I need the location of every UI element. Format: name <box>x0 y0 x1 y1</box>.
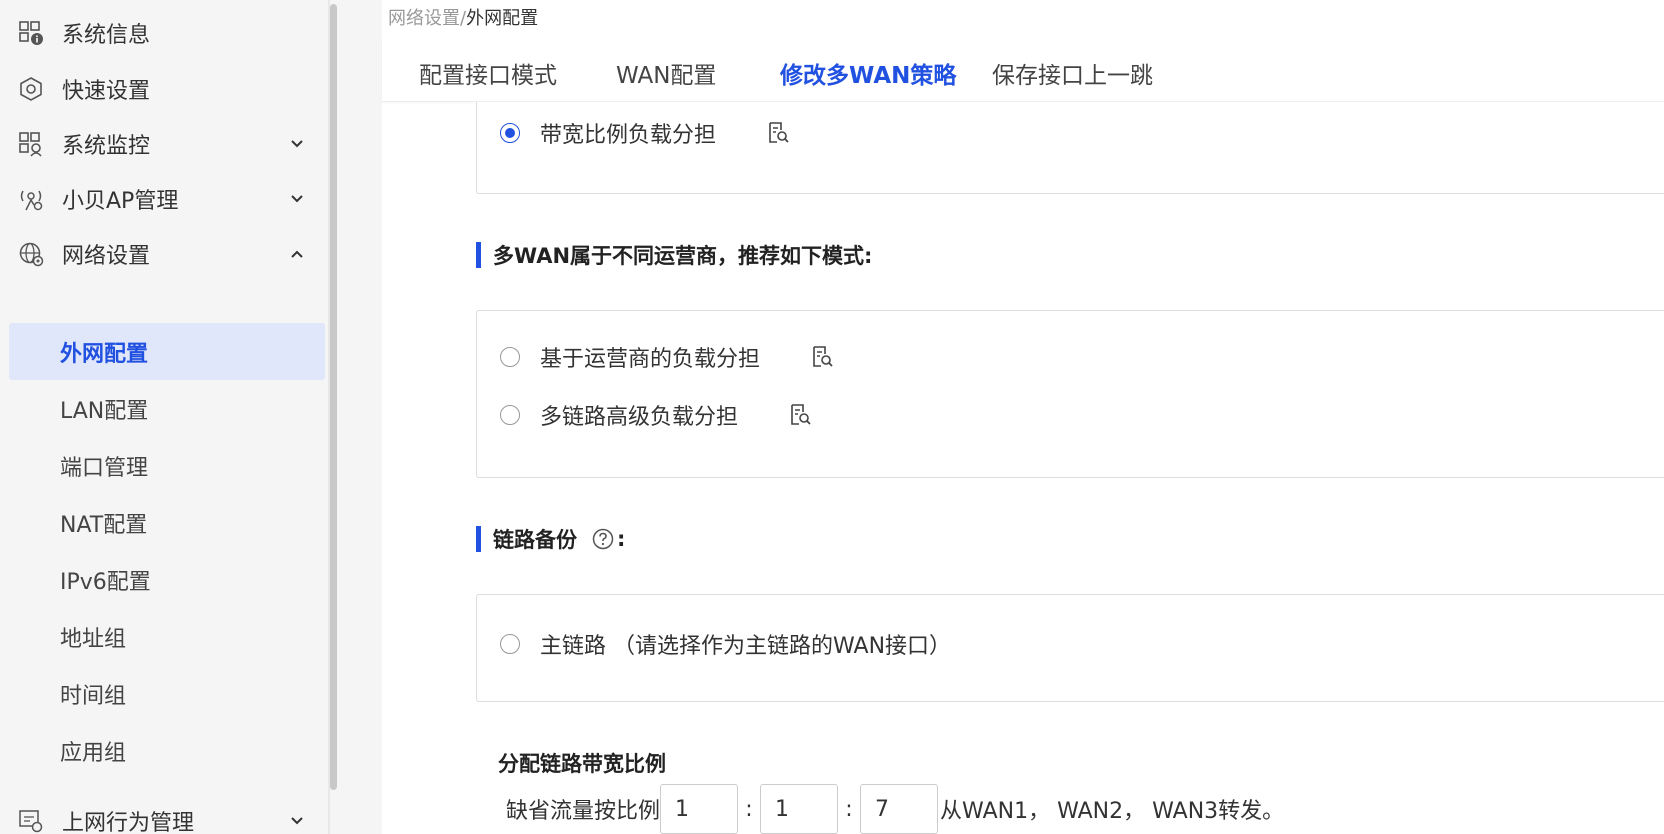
section-title-backup-text: 链路备份 <box>493 528 577 552</box>
multi-link-advanced-label: 多链路高级负载分担 <box>540 405 739 430</box>
sidebar-subitem-time-group[interactable]: 时间组 <box>9 665 325 722</box>
sidebar-subitem-ipv6-config[interactable]: IPv6配置 <box>9 551 325 608</box>
section-title-backup-colon: : <box>617 527 626 551</box>
help-icon[interactable] <box>591 527 615 551</box>
bandwidth-ratio-radio[interactable] <box>500 123 520 143</box>
system-info-icon <box>16 18 46 48</box>
allocation-row: 缺省流量按比例 : : 从WAN1， WAN2， WAN3转发。 <box>506 784 1284 834</box>
section-accent-bar <box>476 526 481 552</box>
sidebar-subitem-label: 端口管理 <box>60 455 149 481</box>
ratio-input-wan2[interactable] <box>760 784 839 834</box>
chevron-down-icon[interactable] <box>286 810 308 832</box>
multi-link-advanced-radio[interactable] <box>500 405 520 425</box>
tab-interface-mode[interactable]: 配置接口模式 <box>419 56 557 90</box>
sidebar-item-network-settings[interactable]: 网络设置 <box>0 227 330 281</box>
breadcrumb: 网络设置/外网配置 <box>388 4 538 30</box>
isp-based-radio[interactable] <box>500 347 520 367</box>
sidebar-item-label: 上网行为管理 <box>62 811 195 834</box>
chevron-down-icon[interactable] <box>286 133 308 155</box>
bandwidth-ratio-label: 带宽比例负载分担 <box>540 123 717 148</box>
sidebar-scrollbar[interactable] <box>330 4 337 790</box>
sidebar-subitem-port-manage[interactable]: 端口管理 <box>9 437 325 494</box>
option-main-link[interactable]: 主链路 （请选择作为主链路的WAN接口） <box>500 628 951 660</box>
allocation-title: 分配链路带宽比例 <box>498 752 666 776</box>
allocation-suffix: 从WAN1， WAN2， WAN3转发。 <box>940 799 1285 824</box>
option-isp-based[interactable]: 基于运营商的负载分担 <box>500 341 834 373</box>
sidebar-subitem-app-group[interactable]: 应用组 <box>9 722 325 779</box>
ratio-input-wan3[interactable] <box>860 784 939 834</box>
ratio-input-wan1[interactable] <box>660 784 739 834</box>
doc-preview-icon[interactable] <box>766 121 790 145</box>
allocation-prefix: 缺省流量按比例 <box>506 799 661 824</box>
sidebar-item-ap-manage[interactable]: 小贝AP管理 <box>0 172 330 226</box>
quick-setup-icon <box>16 74 46 104</box>
sidebar-subitem-label: 应用组 <box>60 740 127 766</box>
sidebar-item-quick-setup[interactable]: 快速设置 <box>0 62 330 116</box>
tab-save-next-hop[interactable]: 保存接口上一跳 <box>992 56 1153 90</box>
tab-wan-config[interactable]: WAN配置 <box>616 56 716 90</box>
sidebar-subitem-lan-config[interactable]: LAN配置 <box>9 380 325 437</box>
sidebar-subitem-label: 时间组 <box>60 683 127 709</box>
policy-card-isp <box>476 310 1664 478</box>
sidebar-item-label: 网络设置 <box>62 244 151 269</box>
option-multi-link-advanced[interactable]: 多链路高级负载分担 <box>500 399 812 431</box>
breadcrumb-parent[interactable]: 网络设置 <box>388 8 460 29</box>
sidebar-item-label: 系统监控 <box>62 134 151 159</box>
main-link-radio[interactable] <box>500 634 520 654</box>
sidebar: 系统信息 快速设置 系统监控 小贝AP管理 网络设置 外网配置 LAN配置 端口… <box>0 0 330 834</box>
section-accent-bar <box>476 242 481 268</box>
sidebar-subitem-address-group[interactable]: 地址组 <box>9 608 325 665</box>
main-link-label: 主链路 （请选择作为主链路的WAN接口） <box>540 634 952 659</box>
doc-preview-icon[interactable] <box>788 403 812 427</box>
section-title-backup: 链路备份 : <box>476 524 625 554</box>
doc-preview-icon[interactable] <box>810 345 834 369</box>
breadcrumb-current: 外网配置 <box>466 8 539 29</box>
section-title-isp-text: 多WAN属于不同运营商，推荐如下模式: <box>493 244 873 268</box>
sidebar-subitem-nat-config[interactable]: NAT配置 <box>9 494 325 551</box>
tab-bar: 配置接口模式 WAN配置 修改多WAN策略 保存接口上一跳 <box>382 40 1664 102</box>
sidebar-item-behavior-manage[interactable]: 上网行为管理 <box>0 794 330 834</box>
section-title-isp: 多WAN属于不同运营商，推荐如下模式: <box>476 240 872 270</box>
sidebar-subitem-label: LAN配置 <box>60 398 149 424</box>
chevron-up-icon[interactable] <box>286 243 308 265</box>
sidebar-subitem-label: 地址组 <box>60 626 127 652</box>
sidebar-item-system-info[interactable]: 系统信息 <box>0 6 330 60</box>
network-settings-icon <box>16 239 46 269</box>
sidebar-item-system-monitor[interactable]: 系统监控 <box>0 117 330 171</box>
ap-manage-icon <box>16 184 46 214</box>
sidebar-item-label: 系统信息 <box>62 23 151 48</box>
tab-multi-wan-policy[interactable]: 修改多WAN策略 <box>780 56 956 90</box>
system-monitor-icon <box>16 129 46 159</box>
option-bandwidth-ratio[interactable]: 带宽比例负载分担 <box>500 117 790 149</box>
sidebar-subitem-label: IPv6配置 <box>60 569 151 595</box>
sidebar-item-label: 小贝AP管理 <box>62 189 179 214</box>
chevron-down-icon[interactable] <box>286 188 308 210</box>
sidebar-item-label: 快速设置 <box>62 79 151 104</box>
sidebar-subitem-wan-config[interactable]: 外网配置 <box>9 323 325 380</box>
ratio-separator: : <box>845 796 853 822</box>
ratio-separator: : <box>745 796 753 822</box>
isp-based-label: 基于运营商的负载分担 <box>540 347 761 372</box>
sidebar-subitem-label: NAT配置 <box>60 512 148 538</box>
behavior-manage-icon <box>16 806 46 834</box>
sidebar-subitem-label: 外网配置 <box>60 341 149 367</box>
